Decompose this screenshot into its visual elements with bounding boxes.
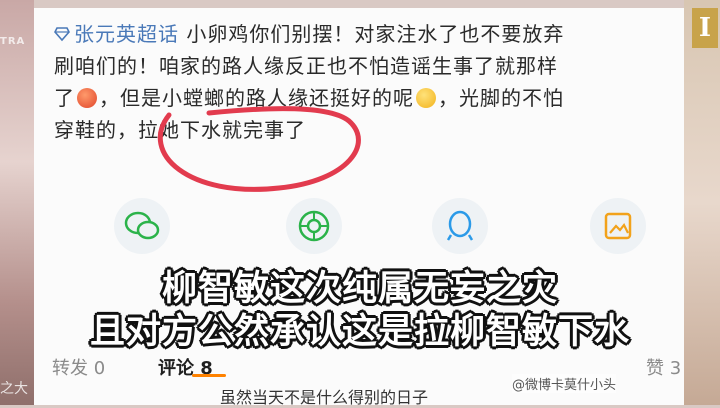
active-tab-indicator	[192, 374, 226, 377]
like-tab[interactable]: 赞 3	[646, 354, 681, 380]
supertopic-label: 张元英超话	[74, 22, 179, 46]
post-text-line3a: 了	[54, 86, 75, 110]
subtitle-line-2: 且对方公然承认这是拉柳智敏下水	[89, 312, 630, 352]
moments-icon	[298, 210, 330, 242]
smirk-emoji-icon	[416, 88, 436, 108]
save-image-button[interactable]	[590, 198, 646, 254]
post-text-line1: 小卵鸡你们别摆！对家注水了也不要放弃	[179, 22, 565, 46]
moments-share-button[interactable]	[286, 198, 342, 254]
repost-tab[interactable]: 转发 0	[52, 354, 105, 380]
supertopic-link[interactable]: 张元英超话	[54, 22, 179, 46]
wechat-icon	[124, 211, 160, 240]
diamond-icon	[54, 27, 70, 42]
background-logo: I	[692, 8, 718, 48]
qq-share-button[interactable]	[432, 198, 488, 254]
weibo-watermark: @微博卡莫什小头	[512, 374, 617, 393]
underlying-caption: 虽然当天不是什么得别的日子	[220, 388, 429, 407]
post-text-line2: 刷咱们的！咱家的路人缘反正也不怕造谣生事了就那样	[54, 54, 558, 78]
qq-icon	[446, 210, 474, 241]
background-bottom-left-text: 之大	[0, 381, 28, 397]
image-save-icon	[604, 212, 632, 240]
wechat-share-button[interactable]	[114, 198, 170, 254]
angry-emoji-icon	[77, 88, 97, 108]
post-text-line3c: ，光脚的不怕	[438, 86, 564, 110]
background-left-text: TRA	[0, 36, 26, 47]
red-annotation-circle	[157, 106, 361, 192]
